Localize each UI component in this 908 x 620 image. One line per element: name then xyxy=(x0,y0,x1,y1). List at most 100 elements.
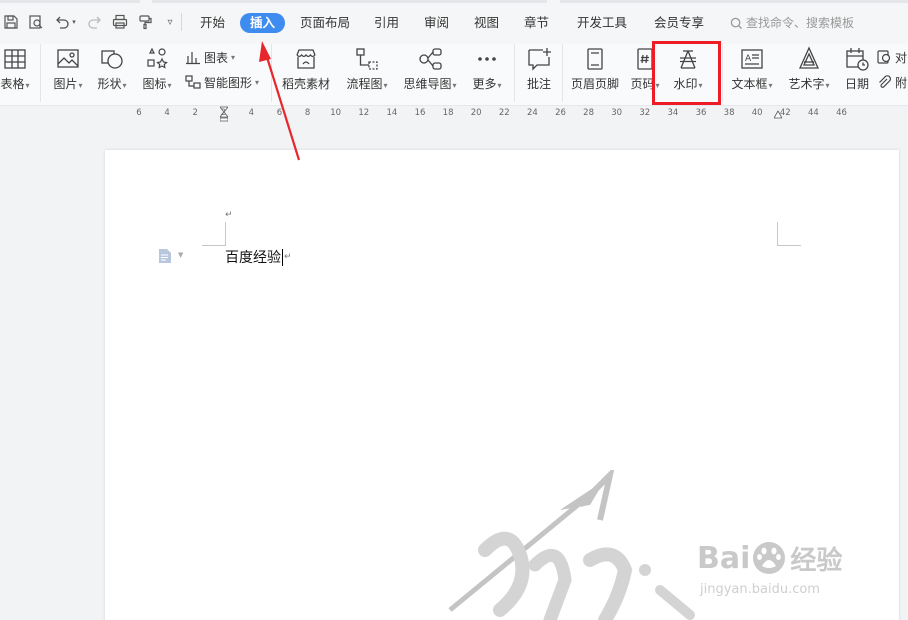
ruler-tick-label: 12 xyxy=(358,108,370,118)
textbox-label: 文本框 xyxy=(731,77,768,91)
shape-icon xyxy=(99,46,125,72)
undo-icon[interactable] xyxy=(53,13,71,31)
body-text: 百度经验 xyxy=(225,250,281,266)
ruler-tick-label: 36 xyxy=(695,108,707,118)
tab-view[interactable]: 视图 xyxy=(474,13,499,33)
shape-label: 形状 xyxy=(97,77,122,91)
more-button[interactable]: 更多▾ xyxy=(467,44,507,106)
menu-separator xyxy=(181,13,182,31)
ruler-tick-label: 14 xyxy=(386,108,398,118)
ruler-tick-label: 42 xyxy=(779,108,791,118)
table-icon xyxy=(2,46,28,72)
more-dots-icon xyxy=(474,46,500,72)
ruler-tick-label: 28 xyxy=(583,108,594,118)
ribbon-separator xyxy=(40,44,41,102)
ruler-tick-label: 8 xyxy=(304,108,311,118)
svg-text:A: A xyxy=(745,54,752,64)
ruler-tick-label: 6 xyxy=(136,108,142,118)
paragraph-mark: ↵ xyxy=(225,210,233,220)
ruler-tick-label: 40 xyxy=(751,108,763,118)
watermark-highlight-box xyxy=(652,41,721,105)
ruler-tick-label: 22 xyxy=(498,108,510,118)
paragraph-layout-icon[interactable] xyxy=(158,248,172,264)
ruler-tick-label: 4 xyxy=(164,108,170,118)
ribbon-separator xyxy=(562,44,563,102)
material-button[interactable]: 稻壳素材 xyxy=(280,44,332,106)
comment-button[interactable]: 批注 xyxy=(520,44,558,106)
picture-icon xyxy=(55,46,81,72)
date-label: 日期 xyxy=(844,77,869,91)
ruler-tick-label: 46 xyxy=(836,108,847,118)
ruler-tick-label: 32 xyxy=(639,108,651,118)
ruler-tick-label: 10 xyxy=(330,108,342,118)
calendar-icon xyxy=(844,46,870,72)
table-label: 表格 xyxy=(0,77,25,91)
comment-label: 批注 xyxy=(526,77,551,91)
tab-section[interactable]: 章节 xyxy=(524,13,549,33)
menu-bar: ▾ ▿ 开始 插入 页面布局 引用 审阅 视图 章节 开发工具 会员专享 查找命… xyxy=(0,0,908,44)
mindmap-button[interactable]: 思维导图▾ xyxy=(400,44,460,106)
watermark-brush-graphic xyxy=(448,470,695,620)
paw-icon xyxy=(753,542,786,574)
material-label: 稻壳素材 xyxy=(281,77,330,91)
ruler-tick-label: 20 xyxy=(470,108,482,118)
picture-button[interactable]: 图片▾ xyxy=(48,44,88,106)
save-icon[interactable] xyxy=(2,13,20,31)
horizontal-ruler[interactable]: 6 4 2 2 4 6 8 10 12 14 16 18 20 22 24 26 28 30 32 34 36 38 40 4… xyxy=(0,106,908,122)
chart-label: 图表 xyxy=(204,50,229,65)
undo-dropdown-icon[interactable]: ▾ xyxy=(70,13,78,31)
date-button[interactable]: 日期 xyxy=(840,44,874,106)
ribbon-separator xyxy=(514,44,515,102)
ruler-tick-label: 16 xyxy=(414,108,426,118)
document-body[interactable]: 百度经验 ↵ xyxy=(225,247,292,267)
chart-button[interactable]: 图表 ▾ xyxy=(185,47,235,67)
comment-add-icon xyxy=(526,46,552,72)
ribbon-separator xyxy=(722,44,723,102)
print-icon[interactable] xyxy=(111,13,129,31)
object-label: 对 xyxy=(895,50,908,65)
title-strip xyxy=(0,0,140,3)
baidu-watermark-logo: Bai 经验 xyxy=(697,538,842,578)
command-search[interactable]: 查找命令、搜索模板 xyxy=(730,13,854,33)
mindmap-icon xyxy=(417,46,443,72)
flowchart-icon xyxy=(354,46,380,72)
watermark-brand-left: Bai xyxy=(697,540,751,576)
redo-icon[interactable] xyxy=(86,13,104,31)
textbox-button[interactable]: A 文本框▾ xyxy=(727,44,777,106)
object-button[interactable]: 对 xyxy=(876,47,907,67)
table-button[interactable]: 表格▾ xyxy=(0,44,38,106)
tab-developer-tools[interactable]: 开发工具 xyxy=(577,13,627,33)
attachment-button[interactable]: 附 xyxy=(876,72,907,92)
attachment-label: 附 xyxy=(895,75,908,90)
bar-chart-icon xyxy=(186,52,200,65)
insert-ribbon: 表格▾ 图片▾ 形状▾ 图标▾ 图表 ▾ 智能图形 ▾ 稻壳素材 流程图▾ 思维… xyxy=(0,44,908,106)
watermark-brand-right: 经验 xyxy=(790,545,843,576)
wordart-button[interactable]: 艺术字▾ xyxy=(785,44,833,106)
ruler-tick-label: 34 xyxy=(667,108,679,118)
textbox-icon: A xyxy=(739,46,765,72)
customize-quick-access-icon[interactable]: ▿ xyxy=(161,13,179,31)
shape-button[interactable]: 形状▾ xyxy=(92,44,132,106)
mindmap-label: 思维导图 xyxy=(403,77,452,91)
tab-page-layout[interactable]: 页面布局 xyxy=(300,13,350,33)
print-preview-icon[interactable] xyxy=(27,13,45,31)
tab-member[interactable]: 会员专享 xyxy=(654,13,704,33)
tab-start[interactable]: 开始 xyxy=(200,13,225,33)
title-strip xyxy=(560,0,908,3)
ruler-tick-label: 44 xyxy=(807,108,819,118)
object-icon xyxy=(877,50,891,64)
header-footer-button[interactable]: 页眉页脚 xyxy=(567,44,623,106)
smart-art-icon xyxy=(185,75,201,89)
tab-reference[interactable]: 引用 xyxy=(374,13,399,33)
ruler-tick-label: 24 xyxy=(526,108,538,118)
format-painter-icon[interactable] xyxy=(136,13,154,31)
icon-library-button[interactable]: 图标▾ xyxy=(137,44,177,106)
tab-insert[interactable]: 插入 xyxy=(240,13,286,33)
tab-review[interactable]: 审阅 xyxy=(424,13,449,33)
chevron-down-icon[interactable]: ▼ xyxy=(178,251,183,259)
text-cursor xyxy=(282,248,283,266)
ruler-tick-label: 30 xyxy=(611,108,623,118)
smart-shape-button[interactable]: 智能图形 ▾ xyxy=(185,72,259,92)
ruler-tick-label: 18 xyxy=(442,108,454,118)
flowchart-button[interactable]: 流程图▾ xyxy=(342,44,392,106)
